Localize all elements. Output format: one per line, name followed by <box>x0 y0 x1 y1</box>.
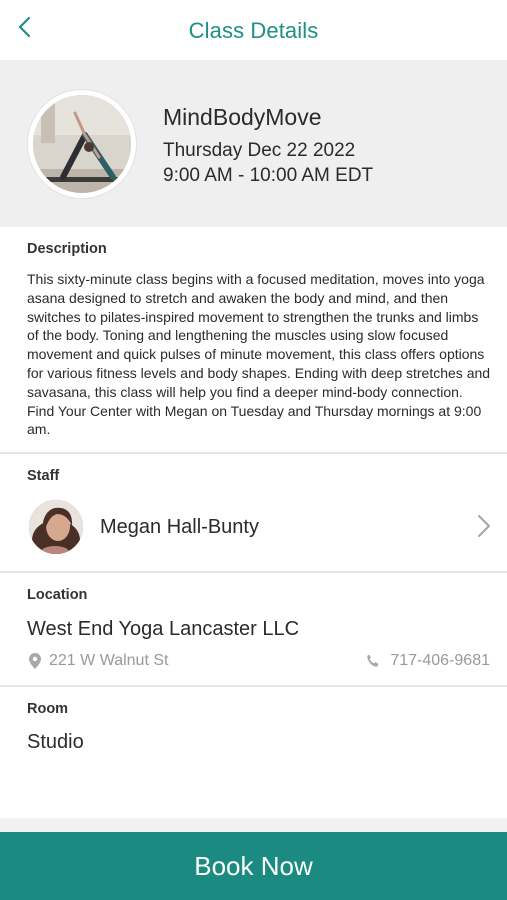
divider <box>0 685 507 687</box>
class-time: 9:00 AM - 10:00 AM EDT <box>163 165 374 186</box>
divider <box>0 571 507 573</box>
staff-name: Megan Hall-Bunty <box>100 516 259 538</box>
divider <box>0 452 507 454</box>
top-bar: Class Details <box>0 0 507 60</box>
description-text: This sixty-minute class begins with a fo… <box>27 271 491 438</box>
yoga-pose-image <box>33 95 131 193</box>
phone-text: 717-406-9681 <box>390 652 490 669</box>
footer-spacer <box>0 818 507 832</box>
staff-row[interactable]: Megan Hall-Bunty <box>0 493 507 561</box>
class-date: Thursday Dec 22 2022 <box>163 140 356 161</box>
book-now-button[interactable]: Book Now <box>0 832 507 900</box>
class-summary: MindBodyMove Thursday Dec 22 2022 9:00 A… <box>0 60 507 227</box>
page-title: Class Details <box>188 18 319 43</box>
chevron-right-icon <box>478 515 490 537</box>
staff-avatar <box>29 500 83 554</box>
class-image <box>28 90 136 198</box>
address-link[interactable]: 221 W Walnut St <box>29 650 168 672</box>
location-label: Location <box>27 587 88 603</box>
class-details-screen: Class Details MindBodyMove Thursday Dec … <box>0 0 507 900</box>
room-label: Room <box>27 701 69 717</box>
phone-icon <box>367 654 379 667</box>
room-name: Studio <box>27 731 84 753</box>
location-name: West End Yoga Lancaster LLC <box>27 618 300 640</box>
description-label: Description <box>27 241 107 257</box>
address-text: 221 W Walnut St <box>49 652 169 669</box>
back-button[interactable] <box>10 12 38 42</box>
class-name: MindBodyMove <box>163 104 322 130</box>
chevron-left-icon <box>18 16 31 38</box>
phone-link[interactable]: 717-406-9681 <box>366 650 490 672</box>
staff-label: Staff <box>27 468 60 484</box>
map-pin-icon <box>29 653 41 669</box>
